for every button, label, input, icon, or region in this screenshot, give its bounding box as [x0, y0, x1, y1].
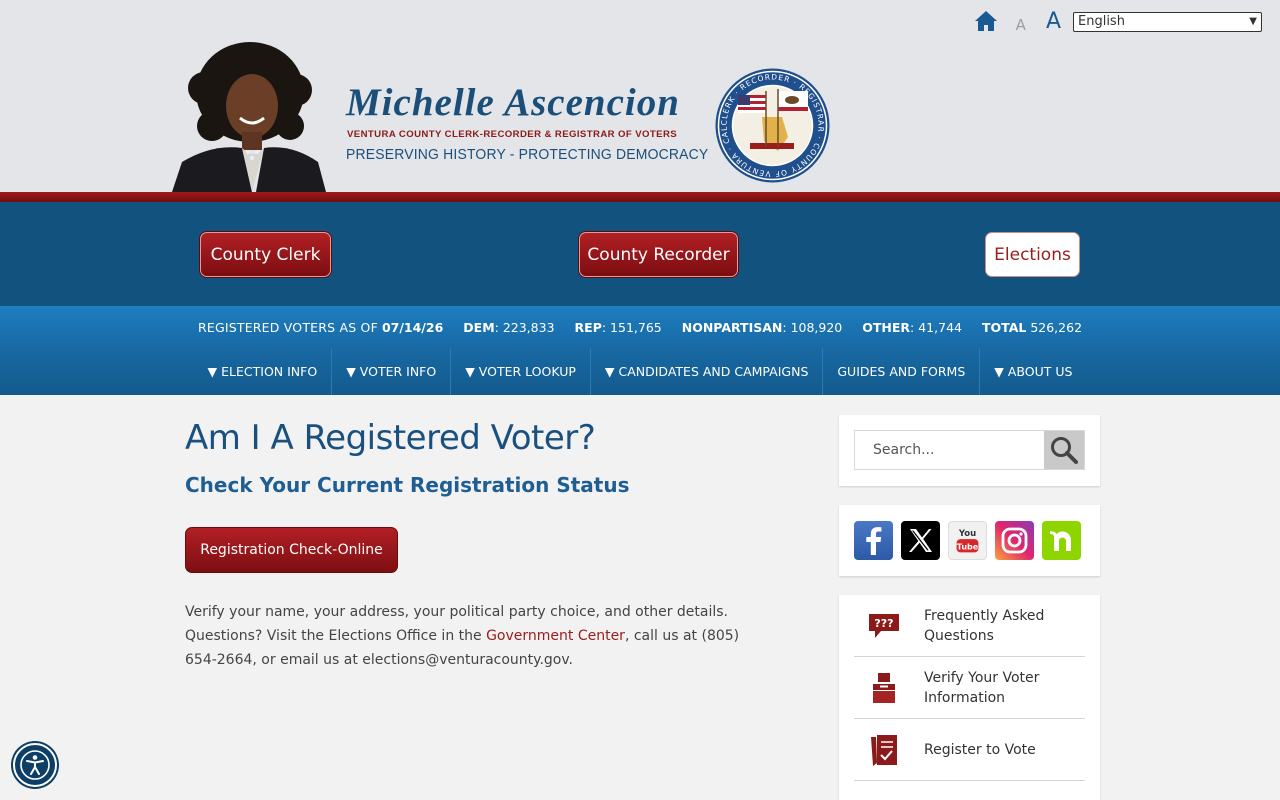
elections-button[interactable]: Elections	[985, 232, 1080, 277]
page-subtitle: Check Your Current Registration Status	[185, 473, 630, 497]
stats-np-label: NONPARTISAN	[681, 319, 783, 335]
nav-election-info[interactable]: ▼ ELECTION INFO	[194, 348, 333, 395]
decrease-font-button[interactable]: A	[1016, 16, 1026, 34]
home-icon[interactable]	[974, 10, 998, 34]
stats-total-value: 526,262	[1030, 319, 1083, 335]
nextdoor-icon[interactable]	[1042, 521, 1081, 560]
stats-total-group: TOTAL 526,262	[982, 320, 1082, 335]
stats-dem-value: 223,833	[502, 319, 555, 335]
register-form-icon	[854, 733, 914, 767]
main-nav: ▼ ELECTION INFO ▼ VOTER INFO ▼ VOTER LOO…	[0, 348, 1280, 395]
brand-name: Michelle Ascencion	[346, 81, 680, 124]
chevron-down-icon: ▼	[1249, 16, 1257, 27]
link-faq-label: Frequently Asked Questions	[924, 607, 1045, 644]
stats-rep-group: REP: 151,765	[574, 319, 662, 335]
nav-voter-lookup[interactable]: ▼ VOTER LOOKUP	[451, 348, 591, 395]
stats-np-value: 108,920	[790, 319, 843, 335]
body-text: Verify your name, your address, your pol…	[185, 600, 775, 672]
svg-text:You: You	[958, 529, 976, 539]
quick-links-card: ??? Frequently Asked Questions Verify Yo…	[839, 595, 1100, 800]
stats-other-group: OTHER: 41,744	[862, 319, 962, 335]
search-box: Search...	[854, 430, 1085, 470]
nav-guides-forms[interactable]: GUIDES AND FORMS	[823, 348, 981, 395]
nav-about-us[interactable]: ▼ ABOUT US	[980, 348, 1086, 395]
link-register-vote-label: Register to Vote	[924, 741, 1036, 758]
voter-stats-bar: REGISTERED VOTERS AS OF 07/14/26 DEM: 22…	[0, 306, 1280, 348]
nav-candidates-campaigns[interactable]: ▼ CANDIDATES AND CAMPAIGNS	[591, 348, 824, 395]
county-clerk-button[interactable]: County Clerk	[200, 232, 331, 277]
accessibility-icon	[20, 750, 50, 780]
accessibility-button[interactable]	[13, 743, 57, 787]
brand-title: VENTURA COUNTY CLERK-RECORDER & REGISTRA…	[347, 129, 678, 140]
brand-tagline: PRESERVING HISTORY - PROTECTING DEMOCRAC…	[346, 146, 709, 163]
search-input[interactable]: Search...	[855, 431, 1044, 469]
department-band: County Clerk County Recorder Elections	[0, 202, 1280, 306]
youtube-icon[interactable]: You Tube	[948, 521, 987, 560]
clerk-portrait	[172, 40, 326, 192]
stats-rep-label: REP	[574, 319, 602, 335]
stats-date: 07/14/26	[381, 319, 444, 335]
page-title: Am I A Registered Voter?	[185, 418, 596, 458]
social-card: You Tube	[839, 505, 1100, 576]
link-verify-voter-label: Verify Your Voter Information	[924, 669, 1040, 706]
stats-dem-label: DEM	[463, 319, 495, 335]
language-select[interactable]: English ▼	[1073, 11, 1262, 32]
search-icon	[1051, 437, 1078, 464]
stats-total-label: TOTAL	[981, 319, 1027, 335]
link-faq[interactable]: ??? Frequently Asked Questions	[854, 595, 1085, 657]
registration-check-button[interactable]: Registration Check-Online	[185, 527, 398, 573]
stats-other-label: OTHER	[862, 319, 911, 335]
government-center-link[interactable]: Government Center	[486, 628, 625, 644]
x-icon[interactable]	[901, 521, 940, 560]
stats-label: REGISTERED VOTERS AS OF	[197, 319, 378, 335]
header-divider	[0, 192, 1280, 202]
link-register-vote[interactable]: Register to Vote	[854, 719, 1085, 781]
site-header: A A English ▼ Michelle Ascencion VENTURA…	[0, 0, 1280, 192]
stats-dem-group: DEM: 223,833	[463, 319, 555, 335]
facebook-icon[interactable]	[854, 521, 893, 560]
stats-rep-value: 151,765	[610, 319, 662, 335]
main-content: Am I A Registered Voter? Check Your Curr…	[185, 415, 785, 672]
language-selected: English	[1078, 14, 1125, 29]
link-verify-voter[interactable]: Verify Your Voter Information	[854, 657, 1085, 719]
nav-voter-info[interactable]: ▼ VOTER INFO	[332, 348, 452, 395]
top-tools: A A English ▼	[974, 9, 1262, 34]
svg-text:Tube: Tube	[957, 543, 979, 552]
county-seal: CLERK · RECORDER · REGISTRAR · COUNTY OF…	[711, 60, 831, 184]
increase-font-button[interactable]: A	[1046, 9, 1061, 34]
stats-other-value: 41,744	[918, 319, 962, 335]
search-button[interactable]	[1044, 431, 1084, 469]
faq-icon: ???	[854, 612, 914, 640]
ballot-box-icon	[854, 671, 914, 705]
stats-date-group: REGISTERED VOTERS AS OF 07/14/26	[198, 320, 443, 335]
search-card: Search...	[839, 415, 1100, 486]
instagram-icon[interactable]	[995, 521, 1034, 560]
county-recorder-button[interactable]: County Recorder	[579, 232, 738, 277]
svg-text:???: ???	[874, 617, 893, 630]
stats-np-group: NONPARTISAN: 108,920	[681, 319, 843, 335]
